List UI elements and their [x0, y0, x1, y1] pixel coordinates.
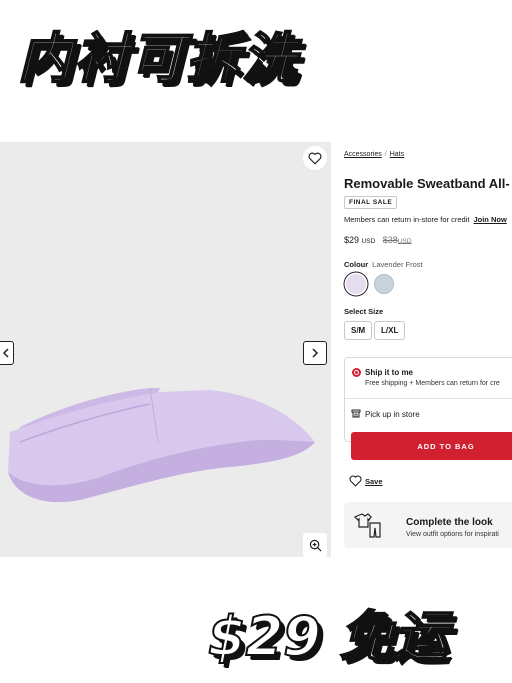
complete-look-title: Complete the look — [406, 517, 493, 528]
size-label: Select Size — [344, 307, 384, 316]
fulfillment-options: Ship it to me Free shipping + Members ca… — [344, 357, 512, 442]
add-to-bag-button[interactable]: ADD TO BAG — [351, 432, 512, 460]
outfit-icon — [354, 513, 381, 538]
join-now-link[interactable]: Join Now — [473, 215, 506, 224]
chevron-right-icon — [312, 348, 319, 358]
complete-the-look-card[interactable]: Complete the look View outfit options fo… — [344, 502, 512, 548]
current-price: $29 — [344, 235, 360, 245]
product-image-gallery — [0, 142, 331, 557]
product-image-visor — [8, 387, 315, 503]
wishlist-heart-button[interactable] — [303, 146, 327, 170]
colour-label: Colour — [344, 260, 369, 269]
returns-text: Members can return in-store for credit — [344, 215, 470, 224]
breadcrumb-hats[interactable]: Hats — [390, 151, 404, 158]
swatch-lavender-frost[interactable] — [346, 274, 366, 294]
complete-look-subtitle: View outfit options for inspirati — [406, 531, 499, 538]
price-promo-overlay: $29 免运 — [207, 604, 449, 669]
size-option-sm[interactable]: S/M — [344, 321, 373, 340]
ship-radio-selected[interactable] — [352, 368, 361, 377]
gallery-next-button[interactable] — [303, 341, 327, 365]
fulfillment-divider — [345, 398, 512, 399]
headline-overlay: 内衬可拆洗 — [17, 26, 298, 91]
save-to-wishlist-button[interactable]: Save — [349, 475, 383, 487]
zoom-in-icon — [309, 539, 321, 551]
original-price: $38USD — [383, 235, 412, 245]
final-sale-badge: FINAL SALE — [344, 196, 398, 209]
zoom-button[interactable] — [303, 533, 327, 557]
breadcrumb-accessories[interactable]: Accessories — [344, 151, 382, 158]
gallery-prev-button[interactable] — [0, 341, 14, 365]
chevron-left-icon — [2, 348, 9, 358]
original-price-value: $38 — [382, 235, 398, 245]
heart-icon — [308, 152, 322, 165]
breadcrumb: Accessories / Hats — [344, 151, 404, 158]
breadcrumb-separator: / — [384, 151, 387, 158]
colour-selector-label: Colour Lavender Frost — [344, 260, 423, 269]
ship-option-description: Free shipping + Members can return for c… — [365, 380, 500, 387]
pickup-in-store-option[interactable]: Pick up in store — [365, 410, 420, 419]
original-price-currency: USD — [397, 238, 412, 245]
product-title: Removable Sweatband All- — [344, 176, 510, 191]
member-returns-note: Members can return in-store for credit Jo… — [344, 215, 507, 224]
save-label: Save — [365, 477, 383, 486]
current-price-currency: USD — [361, 238, 376, 245]
size-option-lxl[interactable]: L/XL — [374, 321, 406, 340]
colour-value: Lavender Frost — [372, 260, 423, 269]
product-details-panel: Accessories / Hats Removable Sweatband All… — [331, 142, 512, 557]
swatch-light-blue[interactable] — [374, 274, 394, 294]
price-block: $29 USD $38USD — [344, 235, 412, 245]
store-icon — [351, 409, 361, 418]
ship-option-title[interactable]: Ship it to me — [365, 368, 413, 377]
heart-outline-icon — [349, 475, 362, 487]
